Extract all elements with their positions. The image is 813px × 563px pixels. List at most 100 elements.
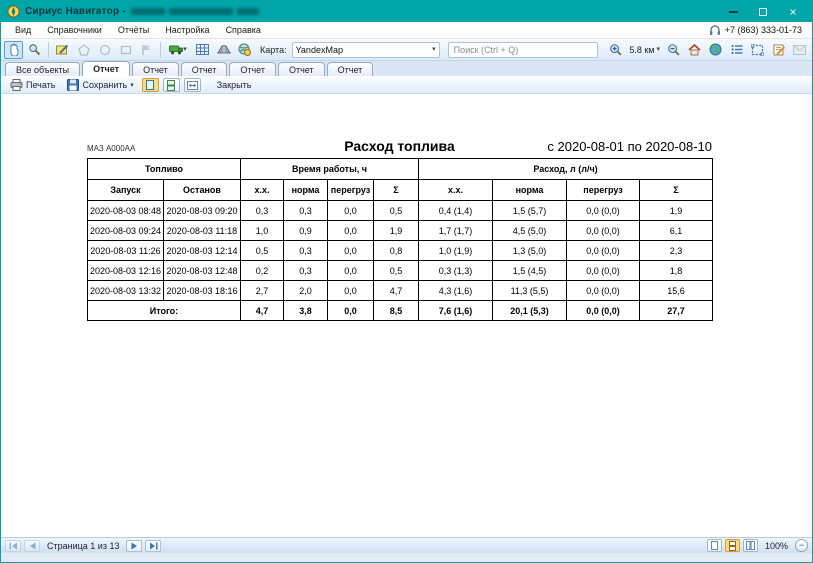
view-facing-button[interactable] bbox=[743, 539, 758, 552]
group-header-consumption: Расход, л (л/ч) bbox=[419, 159, 713, 180]
hand-icon bbox=[8, 43, 20, 56]
tab-report-3[interactable]: Отчет bbox=[181, 62, 228, 76]
page-icon bbox=[146, 80, 154, 90]
fit-width-icon bbox=[187, 81, 198, 90]
view-single-button[interactable] bbox=[707, 539, 722, 552]
total-value-1: 3,8 bbox=[284, 301, 328, 321]
polygon-tool-button[interactable] bbox=[74, 41, 93, 59]
pan-hand-button[interactable] bbox=[4, 41, 23, 59]
cell-r4-c6: 4,3 (1,6) bbox=[419, 281, 493, 301]
zoom-level: 100% bbox=[765, 541, 788, 551]
tab-report-6[interactable]: Отчет bbox=[327, 62, 374, 76]
tab-report-5[interactable]: Отчет bbox=[278, 62, 325, 76]
menu-bar: ВидСправочникиОтчётыНастройкаСправка +7 … bbox=[1, 22, 812, 39]
fit-width-view-button[interactable] bbox=[184, 78, 201, 92]
selection-rect-icon bbox=[751, 44, 764, 56]
zoom-in-button[interactable] bbox=[606, 41, 625, 59]
cell-r1-c6: 1,7 (1,7) bbox=[419, 221, 493, 241]
circle-icon bbox=[99, 44, 111, 56]
menu-item-2[interactable]: Отчёты bbox=[110, 23, 157, 37]
menu-item-4[interactable]: Справка bbox=[218, 23, 269, 37]
cell-r4-c9: 15,6 bbox=[640, 281, 713, 301]
cell-r2-c2: 0,5 bbox=[241, 241, 284, 261]
continuous-view-button[interactable] bbox=[163, 78, 180, 92]
globe-clock-icon bbox=[238, 43, 251, 56]
tab-report-2[interactable]: Отчет bbox=[132, 62, 179, 76]
cell-r4-c8: 0,0 (0,0) bbox=[567, 281, 640, 301]
table-row: 2020-08-03 08:482020-08-03 09:200,30,30,… bbox=[88, 201, 713, 221]
messages-button[interactable] bbox=[790, 41, 809, 59]
prev-page-button[interactable] bbox=[24, 540, 40, 552]
menu-item-1[interactable]: Справочники bbox=[39, 23, 110, 37]
world-map-button[interactable] bbox=[706, 41, 725, 59]
select-area-button[interactable] bbox=[748, 41, 767, 59]
total-value-3: 8,5 bbox=[374, 301, 419, 321]
maximize-button[interactable] bbox=[748, 1, 778, 22]
close-button[interactable]: × bbox=[778, 1, 808, 22]
last-page-button[interactable] bbox=[145, 540, 161, 552]
table-view-button[interactable] bbox=[193, 41, 212, 59]
notes-button[interactable] bbox=[769, 41, 788, 59]
save-caret-icon: ▾ bbox=[130, 82, 134, 89]
tab-report-1[interactable]: Отчет bbox=[82, 61, 130, 76]
truck-icon bbox=[169, 45, 183, 55]
cell-r0-c6: 0,4 (1,4) bbox=[419, 201, 493, 221]
map-select[interactable]: YandexMap ▾ bbox=[292, 42, 440, 58]
single-page-icon bbox=[711, 541, 718, 550]
zoom-out-button[interactable] bbox=[664, 41, 683, 59]
cell-r3-c9: 1,8 bbox=[640, 261, 713, 281]
headset-icon bbox=[709, 25, 721, 36]
circle-tool-button[interactable] bbox=[95, 41, 114, 59]
single-page-view-button[interactable] bbox=[142, 78, 159, 92]
cell-r4-c2: 2,7 bbox=[241, 281, 284, 301]
minimize-button[interactable] bbox=[718, 1, 748, 22]
tab-all-objects[interactable]: Все объекты bbox=[5, 62, 80, 76]
save-label: Сохранить bbox=[82, 80, 127, 90]
tab-report-4[interactable]: Отчет bbox=[229, 62, 276, 76]
menu-item-0[interactable]: Вид bbox=[7, 23, 39, 37]
legend-list-button[interactable] bbox=[727, 41, 746, 59]
map-scale-dropdown[interactable]: 5.8 км ▾ bbox=[627, 45, 662, 55]
first-page-icon bbox=[9, 542, 18, 550]
tab-bar: Все объектыОтчетОтчетОтчетОтчетОтчетОтче… bbox=[1, 61, 812, 77]
map-label: Карта: bbox=[260, 45, 287, 55]
vehicle-name: МАЗ А000АА bbox=[87, 144, 257, 153]
zoom-select-button[interactable] bbox=[25, 41, 44, 59]
pages-scroll-icon bbox=[167, 80, 175, 91]
cell-r0-c2: 0,3 bbox=[241, 201, 284, 221]
note-pencil-icon bbox=[773, 44, 785, 56]
column-header-1: Останов bbox=[164, 180, 241, 201]
close-report-button[interactable]: Закрыть bbox=[213, 79, 256, 91]
vehicle-menu-button[interactable]: ▾ bbox=[165, 41, 191, 59]
main-toolbar: ▾ Карта: YandexMap ▾ bbox=[1, 39, 812, 61]
next-page-button[interactable] bbox=[126, 540, 142, 552]
cell-r4-c7: 11,3 (5,5) bbox=[493, 281, 567, 301]
home-view-button[interactable] bbox=[685, 41, 704, 59]
cell-r1-c0: 2020-08-03 09:24 bbox=[88, 221, 164, 241]
globe-time-button[interactable] bbox=[235, 41, 254, 59]
print-button[interactable]: Печать bbox=[6, 78, 59, 92]
table-row: 2020-08-03 11:262020-08-03 12:140,50,30,… bbox=[88, 241, 713, 261]
flag-tool-button[interactable] bbox=[137, 41, 156, 59]
polygon-icon bbox=[78, 44, 90, 56]
search-input[interactable] bbox=[448, 42, 599, 58]
table-row: 2020-08-03 09:242020-08-03 11:181,00,90,… bbox=[88, 221, 713, 241]
view-continuous-button[interactable] bbox=[725, 539, 740, 552]
save-button[interactable]: Сохранить ▾ bbox=[63, 78, 137, 92]
prev-page-icon bbox=[29, 542, 36, 550]
first-page-button[interactable] bbox=[5, 540, 21, 552]
maximize-icon bbox=[759, 8, 767, 16]
route-button[interactable] bbox=[214, 41, 233, 59]
cell-r0-c5: 0,5 bbox=[374, 201, 419, 221]
cell-r2-c5: 0,8 bbox=[374, 241, 419, 261]
rectangle-tool-button[interactable] bbox=[116, 41, 135, 59]
edit-geozone-button[interactable] bbox=[53, 41, 72, 59]
table-total-row: Итого:4,73,80,08,57,6 (1,6)20,1 (5,3)0,0… bbox=[88, 301, 713, 321]
map-select-value: YandexMap bbox=[296, 45, 432, 55]
flag-icon bbox=[141, 44, 152, 56]
cell-r3-c5: 0,5 bbox=[374, 261, 419, 281]
zoom-decrease-button[interactable]: − bbox=[795, 539, 808, 552]
menu-item-3[interactable]: Настройка bbox=[157, 23, 217, 37]
cell-r2-c4: 0,0 bbox=[328, 241, 374, 261]
toolbar-separator bbox=[160, 42, 161, 58]
